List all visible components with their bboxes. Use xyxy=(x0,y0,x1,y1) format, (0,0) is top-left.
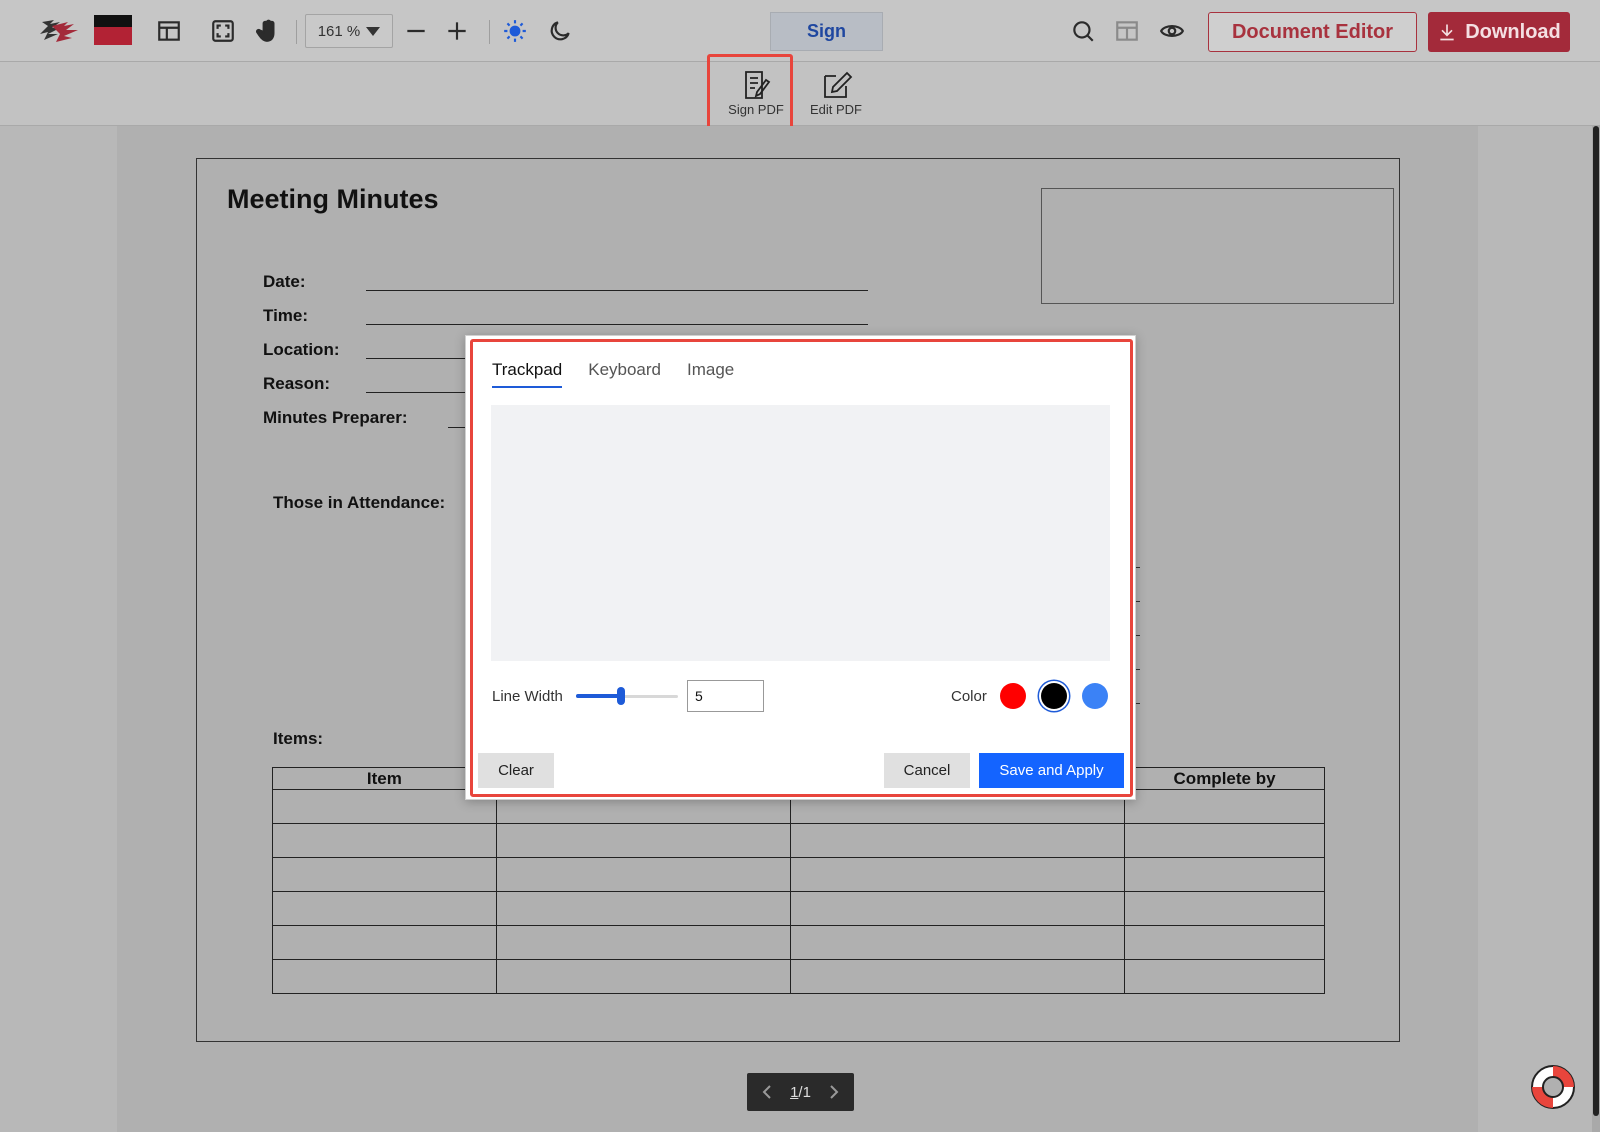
fullscreen-icon[interactable] xyxy=(208,16,238,46)
signature-tabs: Trackpad Keyboard Image xyxy=(492,360,734,388)
field-label-time: Time: xyxy=(263,306,309,325)
table-header-item: Item xyxy=(272,767,497,790)
cancel-button[interactable]: Cancel xyxy=(884,753,970,788)
field-line-time xyxy=(366,324,868,325)
field-label-location: Location: xyxy=(263,340,340,359)
download-button[interactable]: Download xyxy=(1428,12,1570,52)
eye-icon[interactable] xyxy=(1157,16,1187,46)
download-label: Download xyxy=(1465,20,1561,43)
light-mode-icon[interactable] xyxy=(500,16,530,46)
tab-image[interactable]: Image xyxy=(687,360,734,388)
logo-placeholder-box xyxy=(1041,188,1394,304)
table-row xyxy=(272,857,1325,892)
edit-pdf-label: Edit PDF xyxy=(809,102,862,117)
edit-pencil-icon xyxy=(824,71,853,98)
table-row xyxy=(272,925,1325,960)
document-editor-button[interactable]: Document Editor xyxy=(1208,12,1417,52)
download-icon xyxy=(1440,24,1454,41)
zoom-in-icon[interactable] xyxy=(442,16,472,46)
chevron-left-icon[interactable] xyxy=(761,1085,773,1099)
color-swatch-blue[interactable] xyxy=(1082,683,1108,709)
slider-fill xyxy=(576,694,621,698)
color-swatch-black[interactable] xyxy=(1041,683,1067,709)
sign-subtoolbar: Sign PDF Edit PDF xyxy=(0,62,1600,126)
slider-thumb[interactable] xyxy=(616,687,625,705)
table-row xyxy=(272,891,1325,926)
help-lifebuoy-icon[interactable] xyxy=(1529,1063,1577,1111)
field-line-date xyxy=(366,290,868,291)
current-page[interactable]: 1 xyxy=(790,1084,798,1101)
top-toolbar: 161 % Sign Document Editor Download xyxy=(0,0,1600,62)
save-and-apply-button[interactable]: Save and Apply xyxy=(979,753,1124,788)
toolbar-divider xyxy=(489,20,490,44)
search-icon[interactable] xyxy=(1068,16,1098,46)
items-label: Items: xyxy=(273,729,324,748)
page-navigator: 1/1 xyxy=(747,1073,854,1111)
sign-pdf-highlight xyxy=(707,54,793,132)
tab-sign[interactable]: Sign xyxy=(770,12,883,51)
color-label: Color xyxy=(951,688,987,705)
table-header-complete-by: Complete by xyxy=(1124,767,1325,790)
page-title: Meeting Minutes xyxy=(227,184,439,214)
page-indicator: 1/1 xyxy=(790,1083,811,1101)
toolbar-divider xyxy=(296,20,297,44)
field-line-reason xyxy=(366,392,468,393)
zoom-select[interactable]: 161 % xyxy=(305,14,393,48)
scrollbar-thumb[interactable] xyxy=(1593,126,1599,1116)
edit-pdf-button[interactable]: Edit PDF xyxy=(796,66,876,122)
clear-button[interactable]: Clear xyxy=(478,753,554,788)
table-row xyxy=(272,959,1325,994)
signature-drawing-pad[interactable] xyxy=(491,405,1110,661)
field-line-location xyxy=(366,358,468,359)
zoom-out-icon[interactable] xyxy=(401,16,431,46)
zoom-value: 161 % xyxy=(317,22,361,40)
field-label-minutes-preparer: Minutes Preparer: xyxy=(263,408,408,427)
chevron-down-icon xyxy=(366,26,381,36)
chevron-right-icon[interactable] xyxy=(828,1085,840,1099)
tab-trackpad[interactable]: Trackpad xyxy=(492,360,563,388)
hand-icon[interactable] xyxy=(253,16,283,46)
line-width-slider[interactable] xyxy=(576,686,678,706)
attendance-label: Those in Attendance: xyxy=(273,493,446,512)
dark-mode-icon[interactable] xyxy=(545,16,575,46)
color-swatch-red[interactable] xyxy=(1000,683,1026,709)
items-table: Item Complete by xyxy=(272,767,1325,994)
field-label-reason: Reason: xyxy=(263,374,331,393)
line-width-label: Line Width xyxy=(492,688,563,705)
table-row xyxy=(272,823,1325,858)
pdf-beast-logo xyxy=(40,15,132,45)
tab-keyboard[interactable]: Keyboard xyxy=(588,360,661,388)
split-view-icon[interactable] xyxy=(1112,16,1142,46)
field-label-date: Date: xyxy=(263,272,306,291)
total-pages: 1 xyxy=(802,1083,811,1101)
signature-dialog: Trackpad Keyboard Image Line Width Color… xyxy=(465,335,1136,800)
line-width-input[interactable] xyxy=(687,680,764,712)
layout-icon[interactable] xyxy=(154,16,184,46)
